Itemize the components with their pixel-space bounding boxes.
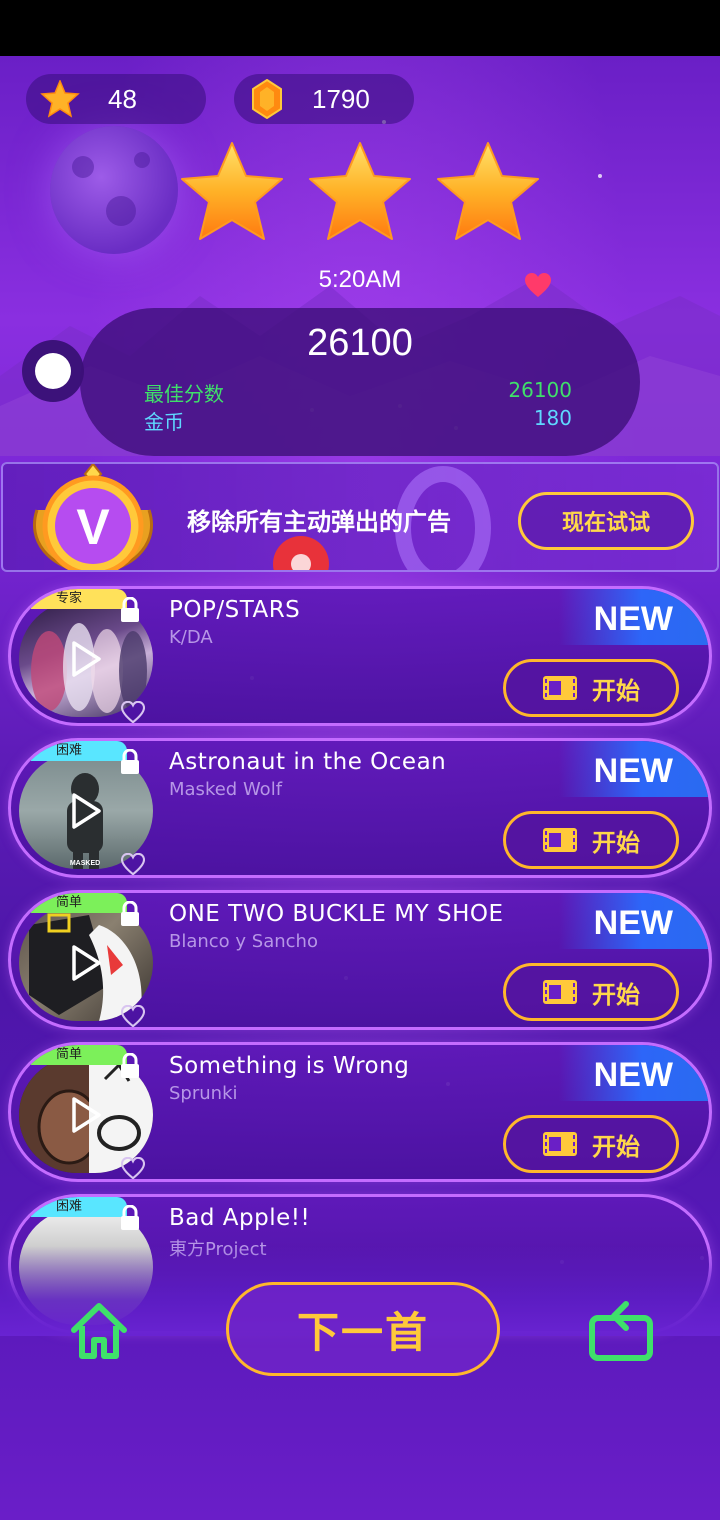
next-song-button[interactable]: 下一首 — [226, 1282, 500, 1376]
song-title: ONE TWO BUCKLE MY SHOE — [169, 901, 504, 927]
start-button[interactable]: 开始 — [503, 659, 679, 717]
new-tag: NEW — [559, 893, 709, 949]
song-card-something-is-wrong[interactable]: 简单 Something is Wrong Sprunki NEW 开始 — [8, 1042, 712, 1182]
start-button[interactable]: 开始 — [503, 811, 679, 869]
lock-icon — [121, 901, 139, 926]
start-button[interactable]: 开始 — [503, 963, 679, 1021]
stars-count: 48 — [108, 83, 137, 114]
level-star-2-icon — [309, 142, 411, 240]
heart-icon[interactable] — [121, 1157, 145, 1179]
progress-knob — [22, 340, 84, 402]
start-button-label: 开始 — [592, 1132, 640, 1161]
current-score: 26100 — [307, 322, 413, 364]
lock-icon — [121, 1205, 139, 1230]
song-artist: Blanco y Sancho — [169, 931, 318, 952]
difficulty-badge: 困难 — [31, 741, 127, 761]
new-tag: NEW — [559, 741, 709, 797]
play-icon[interactable] — [71, 1097, 101, 1133]
song-title: Something is Wrong — [169, 1053, 410, 1079]
status-bar — [0, 0, 720, 56]
heart-icon[interactable] — [121, 1005, 145, 1027]
replay-icon[interactable] — [586, 1296, 656, 1366]
level-star-3-icon — [437, 142, 539, 240]
song-title: Bad Apple!! — [169, 1205, 311, 1231]
song-title: Astronaut in the Ocean — [169, 749, 447, 775]
start-button-label: 开始 — [592, 676, 640, 705]
gems-counter: 1790 — [234, 74, 414, 124]
vip-badge-icon: V — [32, 464, 154, 570]
gems-count: 1790 — [312, 83, 370, 114]
heart-icon[interactable] — [121, 853, 145, 875]
new-tag: NEW — [559, 589, 709, 645]
difficulty-badge: 简单 — [31, 1045, 127, 1065]
gem-icon — [252, 79, 282, 119]
song-artist: Masked Wolf — [169, 779, 283, 800]
try-now-button[interactable]: 现在试试 — [518, 492, 694, 550]
play-icon[interactable] — [71, 641, 101, 677]
song-card-astronaut-in-the-ocean[interactable]: MASKED 困难 Astronaut in the Ocean Masked … — [8, 738, 712, 878]
svg-text:MASKED: MASKED — [70, 860, 100, 867]
best-score-label: 最佳分数 — [144, 382, 224, 406]
game-result-screen: 48 1790 5:20AM 26100 最佳分数 26100 金币 180 V… — [0, 56, 720, 1520]
song-card-one-two-buckle-my-shoe[interactable]: 简单 ONE TWO BUCKLE MY SHOE Blanco y Sanch… — [8, 890, 712, 1030]
start-button-label: 开始 — [592, 828, 640, 857]
video-icon — [543, 828, 577, 852]
best-score-row: 最佳分数 26100 — [144, 378, 572, 407]
song-artist: Sprunki — [169, 1083, 238, 1104]
score-card: 26100 最佳分数 26100 金币 180 — [80, 308, 640, 456]
difficulty-badge: 专家 — [31, 589, 127, 609]
lock-icon — [121, 749, 139, 774]
play-icon[interactable] — [71, 945, 101, 981]
video-icon — [543, 980, 577, 1004]
difficulty-badge: 困难 — [31, 1197, 127, 1217]
start-button[interactable]: 开始 — [503, 1115, 679, 1173]
star-icon — [40, 80, 80, 118]
moon-decoration — [50, 126, 178, 254]
vip-ad-text: 移除所有主动弹出的广告 — [187, 508, 451, 536]
play-icon[interactable] — [71, 793, 101, 829]
best-score-value: 26100 — [508, 378, 572, 402]
coins-value: 180 — [533, 406, 572, 430]
heart-icon — [525, 273, 551, 297]
lock-icon — [121, 1053, 139, 1078]
stars-counter: 48 — [26, 74, 206, 124]
video-icon — [543, 676, 577, 700]
home-icon[interactable] — [64, 1296, 134, 1366]
coins-row: 金币 180 — [144, 406, 572, 435]
heart-icon[interactable] — [121, 701, 145, 723]
start-button-label: 开始 — [592, 980, 640, 1009]
video-icon — [543, 1132, 577, 1156]
difficulty-badge: 简单 — [31, 893, 127, 913]
song-card-pop-stars[interactable]: 专家 POP/STARS K/DA NEW 开始 — [8, 586, 712, 726]
song-title: POP/STARS — [169, 597, 301, 623]
song-artist: K/DA — [169, 627, 213, 648]
lock-icon — [121, 597, 139, 622]
clock-time: 5:20AM — [318, 266, 402, 293]
new-tag: NEW — [559, 1045, 709, 1101]
coins-label: 金币 — [144, 410, 184, 434]
vip-ad-banner[interactable]: V 移除所有主动弹出的广告 现在试试 — [1, 462, 719, 572]
vip-badge-letter: V — [76, 499, 110, 555]
level-star-1-icon — [181, 142, 283, 240]
